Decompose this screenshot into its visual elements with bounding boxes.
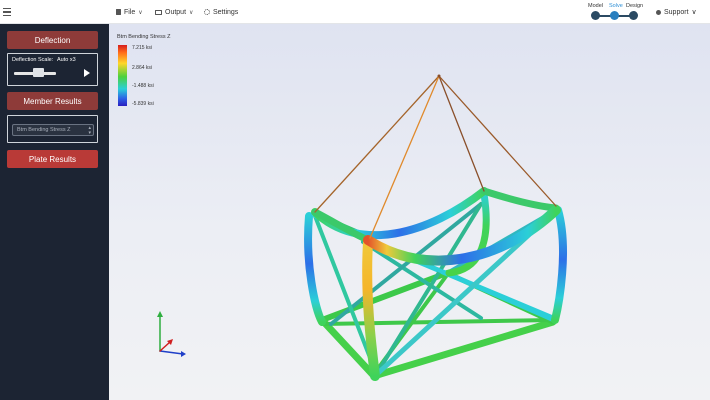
deflection-panel: Deflection Scale: Auto x3 xyxy=(7,53,98,86)
file-menu[interactable]: File ∨ xyxy=(116,0,143,24)
file-menu-label: File xyxy=(124,8,136,16)
structure-render xyxy=(157,74,567,381)
step-design[interactable] xyxy=(629,11,638,20)
support-menu[interactable]: Support ∨ xyxy=(656,0,697,24)
axis-triad xyxy=(157,311,186,357)
plate-results-button[interactable]: Plate Results xyxy=(7,150,98,168)
top-bar: File ∨ Output ∨ Settings Model Solve Des… xyxy=(0,0,710,24)
step-solve-label: Solve xyxy=(609,3,623,9)
select-arrows-icon: ▴ ▾ xyxy=(88,125,91,136)
model-viewport[interactable]: Btm Bending Stress Z 7.215 ksi 2.864 ksi… xyxy=(109,24,710,400)
results-sidebar: Deflection Deflection Scale: Auto x3 Mem… xyxy=(0,24,109,400)
monitor-icon xyxy=(155,9,162,15)
chevron-down-icon: ∨ xyxy=(691,9,697,16)
support-menu-label: Support xyxy=(664,8,689,16)
step-design-label: Design xyxy=(626,3,644,9)
hamburger-icon[interactable] xyxy=(0,0,14,24)
step-model-label: Model xyxy=(588,3,603,9)
file-icon xyxy=(116,9,121,15)
chevron-down-icon: ∨ xyxy=(189,9,194,16)
deflection-scale-value: Auto x3 xyxy=(57,57,76,63)
step-model[interactable] xyxy=(591,11,600,20)
output-menu-label: Output xyxy=(165,8,187,16)
person-icon xyxy=(656,9,661,15)
settings-menu[interactable]: Settings xyxy=(204,0,238,24)
cable-members xyxy=(314,75,557,239)
deflection-button[interactable]: Deflection xyxy=(7,31,98,49)
play-icon[interactable] xyxy=(84,69,90,77)
result-type-select[interactable]: Btm Bending Stress Z ▴ ▾ xyxy=(12,124,94,136)
step-solve[interactable] xyxy=(610,11,619,20)
settings-menu-label: Settings xyxy=(213,8,239,16)
slider-handle[interactable] xyxy=(33,68,44,77)
gear-icon xyxy=(204,9,210,15)
apex-node xyxy=(437,74,441,78)
top-beams xyxy=(311,187,561,266)
workflow-steps: Model Solve Design xyxy=(585,0,645,24)
result-type-panel: Btm Bending Stress Z ▴ ▾ xyxy=(7,115,98,143)
member-results-button[interactable]: Member Results xyxy=(7,92,98,110)
chevron-down-icon: ∨ xyxy=(138,9,143,16)
output-menu[interactable]: Output ∨ xyxy=(155,0,193,24)
result-type-value: Btm Bending Stress Z xyxy=(17,127,71,133)
deflection-scale-label: Deflection Scale: xyxy=(12,57,54,63)
